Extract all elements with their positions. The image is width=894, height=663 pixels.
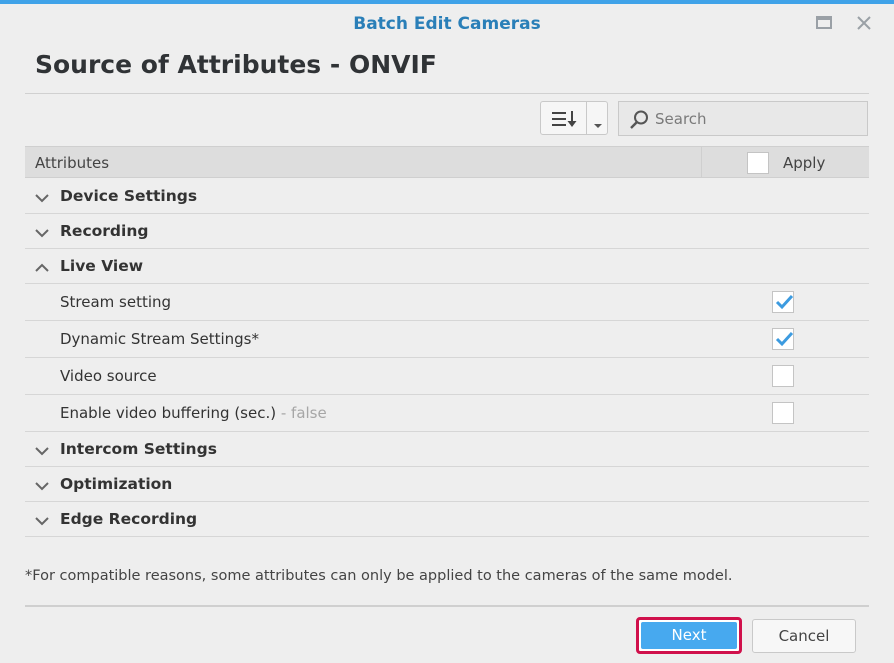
group-row-device-settings[interactable]: Device Settings — [25, 179, 869, 214]
chevron-down-icon — [34, 477, 50, 496]
attribute-value-suffix: - false — [276, 404, 327, 422]
group-row-optimization[interactable]: Optimization — [25, 467, 869, 502]
search-input[interactable] — [653, 107, 857, 131]
maximize-icon[interactable] — [813, 12, 835, 34]
group-label: Recording — [60, 222, 149, 240]
search-box[interactable] — [618, 101, 868, 136]
group-row-edge-recording[interactable]: Edge Recording — [25, 502, 869, 537]
apply-checkbox[interactable] — [772, 291, 794, 313]
sort-button-divider — [586, 102, 587, 134]
window-top-accent-bar — [0, 0, 894, 4]
attribute-label: Video source — [60, 367, 157, 385]
column-header-apply: Apply — [783, 154, 826, 172]
apply-checkbox[interactable] — [772, 365, 794, 387]
group-label: Device Settings — [60, 187, 198, 205]
sort-button[interactable] — [540, 101, 608, 135]
footer-divider — [25, 605, 869, 607]
attribute-label: Stream setting — [60, 293, 172, 311]
apply-all-checkbox[interactable] — [747, 152, 769, 174]
cancel-button[interactable]: Cancel — [752, 619, 856, 653]
group-label: Edge Recording — [60, 510, 198, 528]
chevron-down-icon — [34, 224, 50, 243]
attribute-label: Enable video buffering (sec.) - false — [60, 404, 327, 422]
chevron-down-icon — [34, 442, 50, 461]
attribute-row-stream-setting: Stream setting — [25, 284, 869, 321]
chevron-down-icon — [34, 512, 50, 531]
search-icon — [628, 109, 650, 135]
column-header-attributes: Attributes — [35, 154, 110, 172]
table-header: Attributes Apply — [25, 146, 869, 178]
window-title: Batch Edit Cameras — [353, 14, 541, 34]
next-button[interactable]: Next — [641, 622, 737, 649]
group-label: Live View — [60, 257, 144, 275]
page-title: Source of Attributes - ONVIF — [35, 50, 437, 79]
header-divider — [25, 93, 869, 94]
chevron-up-icon — [34, 259, 50, 278]
chevron-down-icon[interactable] — [593, 115, 603, 134]
group-row-live-view[interactable]: Live View — [25, 249, 869, 284]
sort-icon — [551, 109, 579, 133]
group-row-recording[interactable]: Recording — [25, 214, 869, 249]
close-icon[interactable] — [853, 12, 875, 34]
group-label: Optimization — [60, 475, 173, 493]
compatibility-footnote: *For compatible reasons, some attributes… — [25, 568, 733, 584]
attribute-row-video-source: Video source — [25, 358, 869, 395]
attribute-row-enable-video-buffering: Enable video buffering (sec.) - false — [25, 395, 869, 432]
attribute-label: Dynamic Stream Settings* — [60, 330, 259, 348]
next-button-highlight: Next — [636, 617, 742, 654]
apply-checkbox[interactable] — [772, 328, 794, 350]
chevron-down-icon — [34, 189, 50, 208]
attribute-row-dynamic-stream-settings: Dynamic Stream Settings* — [25, 321, 869, 358]
group-row-intercom-settings[interactable]: Intercom Settings — [25, 432, 869, 467]
group-label: Intercom Settings — [60, 440, 217, 458]
column-separator — [701, 147, 702, 177]
apply-checkbox[interactable] — [772, 402, 794, 424]
